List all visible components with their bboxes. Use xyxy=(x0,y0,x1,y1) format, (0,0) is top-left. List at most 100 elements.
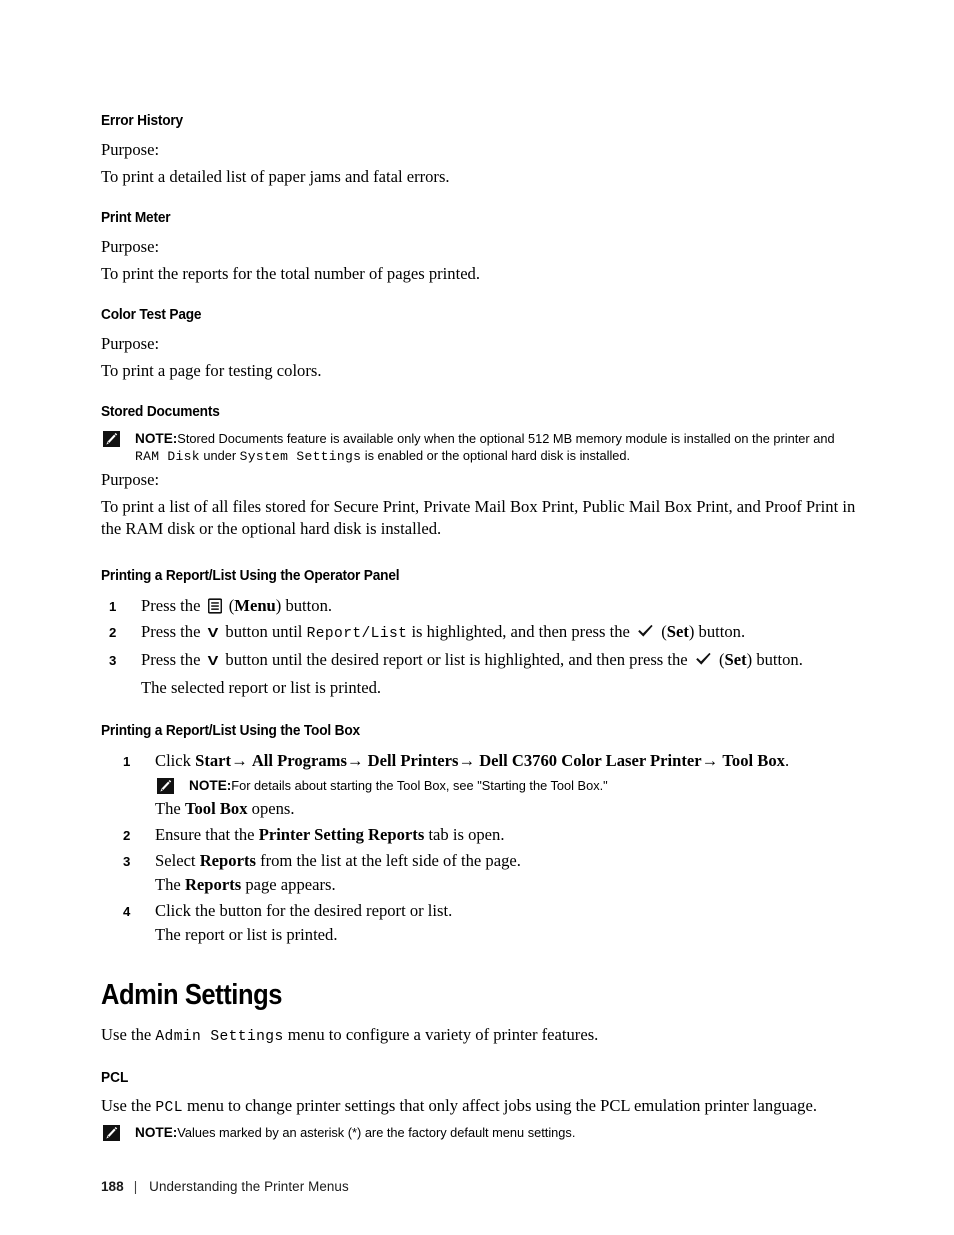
step-text-post: . xyxy=(784,751,790,770)
step-subline: The report or list is printed. xyxy=(155,925,338,944)
intro-mono-pcl: PCL xyxy=(155,1100,183,1116)
step-text-pre: Select xyxy=(155,851,200,870)
color-test-page-purpose-text: To print a page for testing colors. xyxy=(101,361,322,380)
color-test-page-purpose-label: Purpose: xyxy=(101,334,160,353)
pcl-intro: Use the PCL menu to change printer setti… xyxy=(101,1095,859,1119)
heading-error-history: Error History xyxy=(101,112,183,129)
step-subline: The Reports page appears. xyxy=(155,873,861,897)
menu-button-icon xyxy=(207,598,222,614)
intro-post: menu to change printer settings that onl… xyxy=(182,1096,817,1115)
print-meter-purpose-text: To print the reports for the total numbe… xyxy=(101,264,481,283)
check-icon xyxy=(695,652,712,667)
step-text-mid2: is highlighted, and then press the xyxy=(407,622,635,641)
note-label: NOTE: xyxy=(135,1125,178,1140)
subline-bold: Reports xyxy=(184,875,242,894)
intro-post: menu to configure a variety of printer f… xyxy=(283,1025,599,1044)
print-meter-purpose-label: Purpose: xyxy=(101,237,160,256)
step-text-post: ) button. xyxy=(275,596,333,615)
step-item: 3 Press the V button until the desired re… xyxy=(101,648,861,674)
note-text-part2: under xyxy=(199,448,240,463)
note-mono-ram-disk: RAM Disk xyxy=(135,449,200,464)
note-pencil-icon xyxy=(157,778,174,794)
note-text-part2: , see "Starting the Tool Box." xyxy=(445,778,608,793)
note-stored-documents: NOTE:Stored Documents feature is availab… xyxy=(101,430,861,465)
error-history-purpose-text: To print a detailed list of paper jams a… xyxy=(101,167,450,186)
step-text-bold: Menu xyxy=(234,596,276,615)
step-text-mid3: ( xyxy=(714,650,725,669)
step-text-mid3: ( xyxy=(657,622,667,641)
note-text-part1: For details about starting the xyxy=(231,778,397,793)
step-item: 3 Select Reports from the list at the lef… xyxy=(101,849,861,897)
stored-documents-purpose-text: To print a list of all files stored for … xyxy=(101,497,856,538)
step-bold-printer-setting-reports: Printer Setting Reports xyxy=(258,825,425,844)
note-mono-system-settings: System Settings xyxy=(239,449,362,464)
steps-operator-panel: 1 Press the (Menu) button. 2 Press the V b… xyxy=(101,594,861,700)
heading-operator-panel: Printing a Report/List Using the Operato… xyxy=(101,567,400,584)
step-text-mid: ( xyxy=(224,596,235,615)
chevron-down-icon: V xyxy=(207,626,219,641)
step-text-pre: Ensure that the xyxy=(155,825,259,844)
heading-color-test-page: Color Test Page xyxy=(101,306,202,323)
step-text-pre: Press the xyxy=(141,622,205,641)
step-text-pre: Press the xyxy=(141,596,205,615)
arrow-icon: → xyxy=(346,751,364,770)
heading-admin-settings: Admin Settings xyxy=(101,979,282,1011)
arrow-icon: → xyxy=(701,751,719,770)
error-history-purpose-label: Purpose: xyxy=(101,140,160,159)
intro-pre: Use the xyxy=(101,1025,156,1044)
note-label: NOTE: xyxy=(189,778,232,793)
step-text: Click the button for the desired report … xyxy=(155,901,453,920)
chevron-down-icon: V xyxy=(207,654,219,669)
note-bold-tool-box: Tool Box xyxy=(396,778,446,793)
step-item: 2 Press the V button until Report/List is… xyxy=(101,620,861,646)
heading-pcl: PCL xyxy=(101,1069,129,1086)
note-tool-box: NOTE:For details about starting the Tool… xyxy=(155,777,861,794)
arrow-icon: → xyxy=(458,751,476,770)
stored-documents-purpose-label: Purpose: xyxy=(101,470,160,489)
step-item: 2 Ensure that the Printer Setting Reports… xyxy=(101,823,861,847)
step-text-post: from the list at the left side of the pa… xyxy=(255,851,521,870)
note-text: Values marked by an asterisk (*) are the… xyxy=(177,1125,576,1140)
step-text-post: ) button. xyxy=(688,622,746,641)
step-bold-dell-printers: Dell Printers xyxy=(367,751,459,770)
step-item: 4 Click the button for the desired report… xyxy=(101,899,861,947)
subline-bold: Tool Box xyxy=(184,799,248,818)
step-number: 3 xyxy=(123,854,131,869)
subline-pre: The xyxy=(155,875,185,894)
note-text-part1: Stored Documents feature is available on… xyxy=(177,431,835,446)
step-text-bold: Set xyxy=(666,622,689,641)
note-text-part3: is enabled or the optional hard disk is … xyxy=(361,448,631,463)
note-pcl: NOTE:Values marked by an asterisk (*) ar… xyxy=(101,1124,861,1141)
step-item: 1 Press the (Menu) button. xyxy=(101,594,861,618)
subline-post: opens. xyxy=(247,799,295,818)
intro-mono-admin-settings: Admin Settings xyxy=(155,1029,284,1045)
document-page: Error History Purpose: To print a detail… xyxy=(0,0,954,1235)
step-number: 1 xyxy=(123,754,131,769)
step-number: 1 xyxy=(109,599,117,614)
footer-separator: | xyxy=(133,1179,138,1194)
note-pencil-icon xyxy=(103,431,120,447)
step-text-post: tab is open. xyxy=(424,825,505,844)
step-number: 3 xyxy=(109,653,117,668)
note-label: NOTE: xyxy=(135,431,178,446)
steps-tool-box: 1 Click Start→ All Programs→ Dell Printer… xyxy=(101,749,861,947)
step-text-post: ) button. xyxy=(746,650,803,669)
step-subline: The Tool Box opens. xyxy=(155,797,861,821)
step-text-mid: button until the desired report or list … xyxy=(221,650,692,669)
check-icon xyxy=(637,624,654,639)
subline-pre: The xyxy=(155,799,185,818)
step-bold-printer-model: Dell C3760 Color Laser Printer xyxy=(479,751,702,770)
page-footer: 188 | Understanding the Printer Menus xyxy=(101,1178,349,1196)
admin-settings-intro: Use the Admin Settings menu to configure… xyxy=(101,1024,861,1048)
step-bold-all-programs: All Programs xyxy=(251,751,347,770)
step-number: 4 xyxy=(123,904,131,919)
step-text-bold: Set xyxy=(724,650,747,669)
step-text-pre: Press the xyxy=(141,650,205,669)
step-bold-reports: Reports xyxy=(199,851,256,870)
